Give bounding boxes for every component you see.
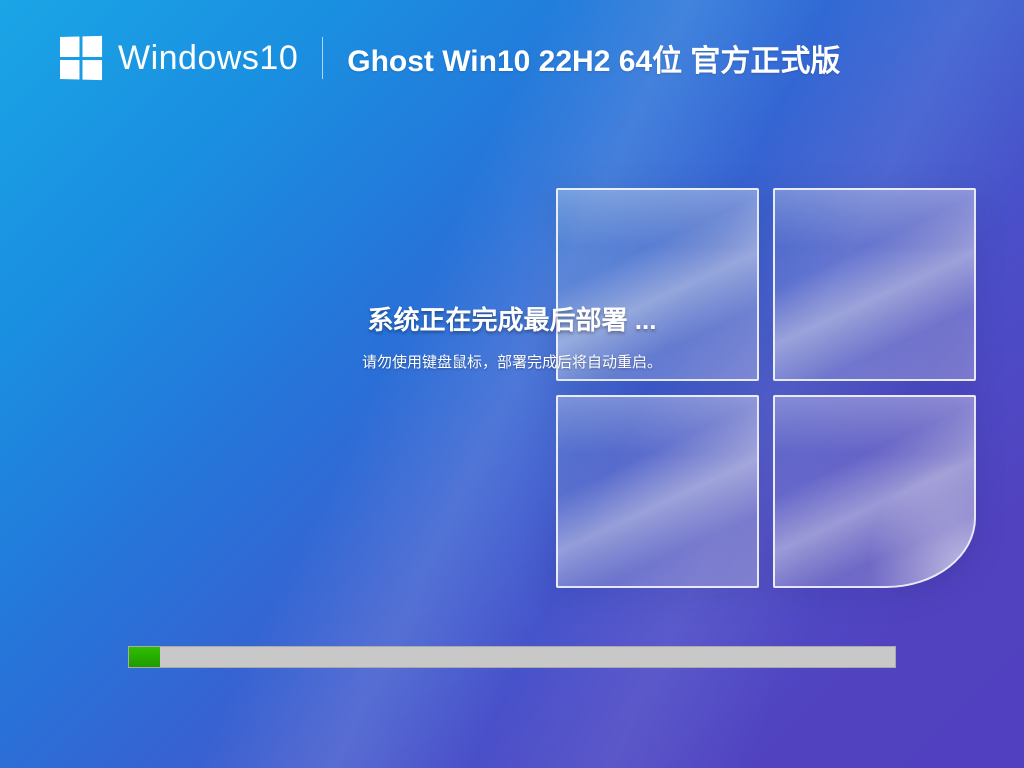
install-screen: Windows10 Ghost Win10 22H2 64位 官方正式版 系统正… xyxy=(0,0,1024,768)
pane-bottom-left xyxy=(556,395,759,588)
pane-bottom-right xyxy=(773,395,976,588)
brand-label: Windows10 xyxy=(118,39,322,78)
edition-title: Ghost Win10 22H2 64位 官方正式版 xyxy=(323,36,840,80)
progress-fill xyxy=(129,647,160,667)
windows-logo-icon xyxy=(60,36,102,80)
pane-top-left xyxy=(556,188,759,381)
window-panes-graphic xyxy=(556,188,976,588)
status-sub: 请勿使用键盘鼠标，部署完成后将自动重启。 xyxy=(0,351,1024,372)
pane-top-right xyxy=(773,188,976,381)
header: Windows10 Ghost Win10 22H2 64位 官方正式版 xyxy=(60,36,984,80)
progress-bar xyxy=(128,646,896,668)
status-main: 系统正在完成最后部署 ... xyxy=(0,300,1024,337)
status-block: 系统正在完成最后部署 ... 请勿使用键盘鼠标，部署完成后将自动重启。 xyxy=(0,300,1024,372)
